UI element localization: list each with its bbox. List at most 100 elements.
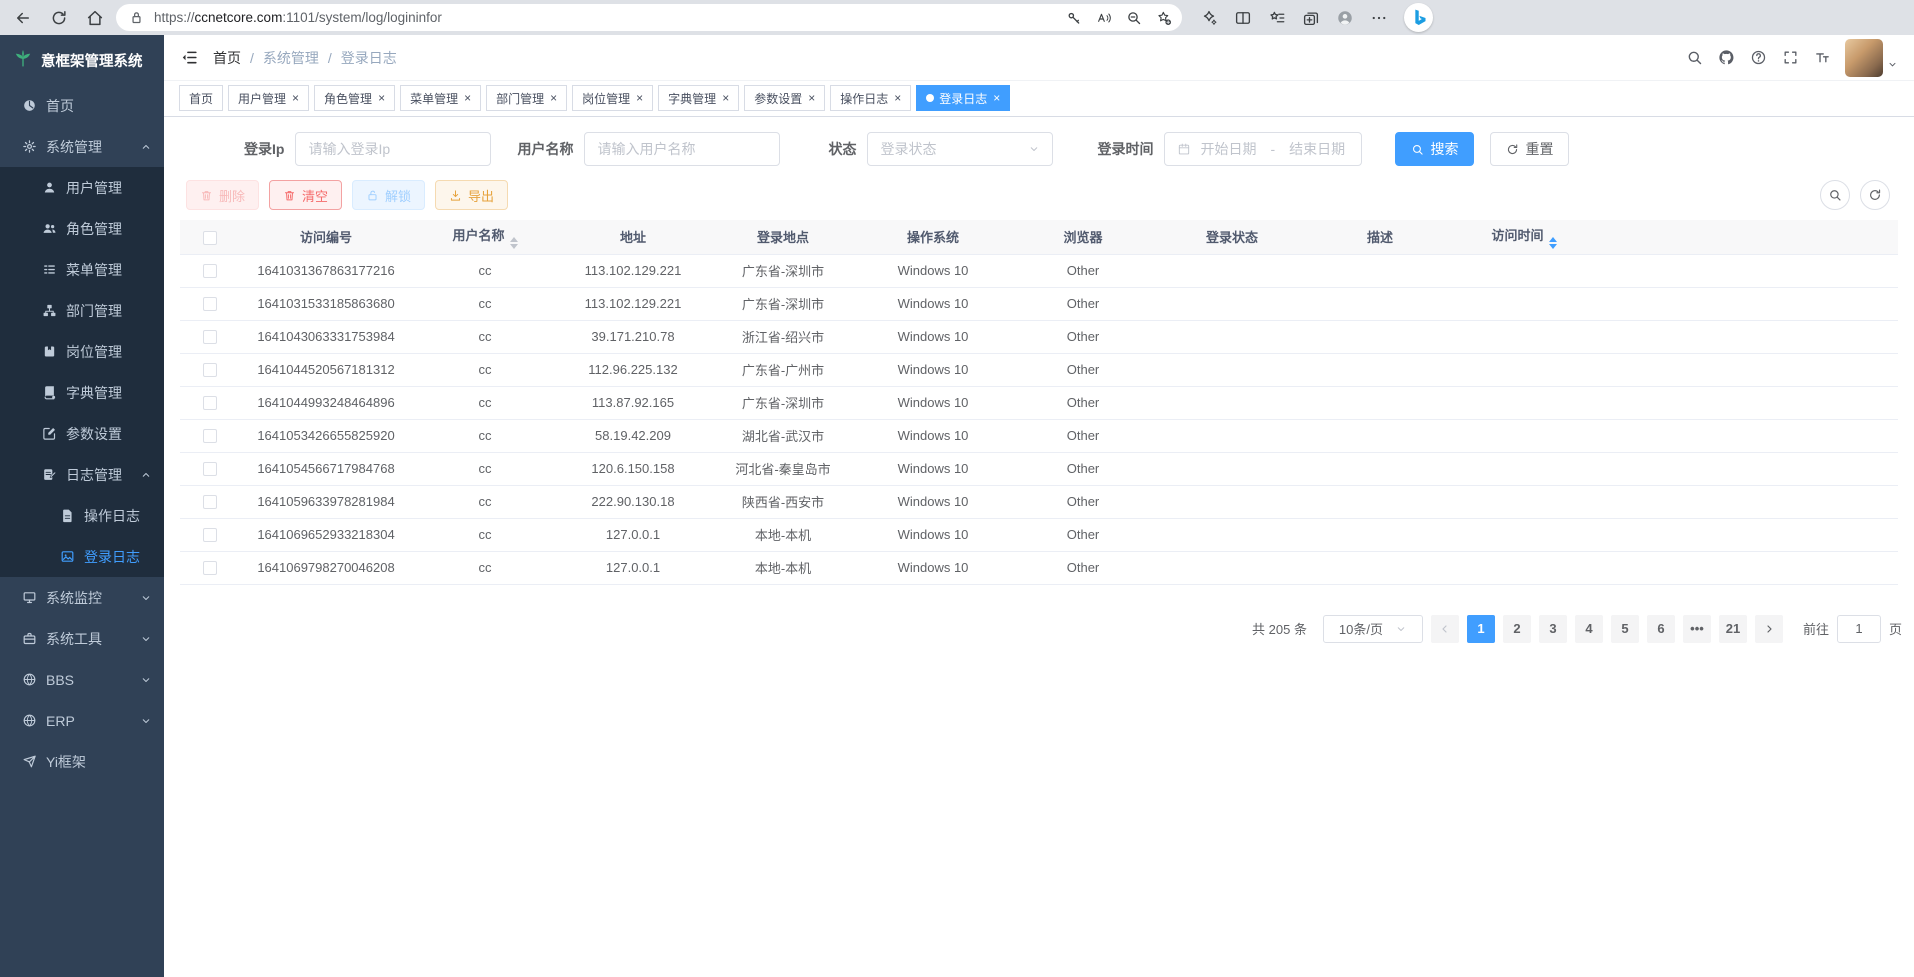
date-range-picker[interactable]: 开始日期 - 结束日期 bbox=[1164, 132, 1362, 166]
close-icon[interactable]: × bbox=[894, 92, 901, 104]
login-ip-input[interactable]: 请输入登录Ip bbox=[295, 132, 491, 166]
sidebar-item-home[interactable]: 首页 bbox=[0, 85, 164, 126]
read-aloud-icon[interactable] bbox=[1090, 6, 1118, 30]
row-checkbox[interactable] bbox=[203, 396, 217, 410]
page-button-21[interactable]: 21 bbox=[1719, 615, 1747, 643]
lock-icon[interactable] bbox=[126, 4, 146, 32]
unlock-button[interactable]: 解锁 bbox=[352, 180, 425, 210]
table-row[interactable]: 1641031533185863680cc113.102.129.221广东省-… bbox=[180, 287, 1898, 320]
sort-icon[interactable] bbox=[510, 237, 518, 249]
select-all-checkbox[interactable] bbox=[203, 231, 217, 245]
favorites-icon[interactable] bbox=[1262, 4, 1292, 32]
table-refresh-button[interactable] bbox=[1860, 180, 1890, 210]
row-checkbox[interactable] bbox=[203, 330, 217, 344]
row-checkbox[interactable] bbox=[203, 363, 217, 377]
close-icon[interactable]: × bbox=[378, 92, 385, 104]
column-header[interactable]: 访问时间 bbox=[1454, 220, 1594, 254]
search-icon[interactable] bbox=[1686, 49, 1703, 66]
next-page-button[interactable] bbox=[1755, 615, 1783, 643]
settings-icon[interactable] bbox=[1364, 4, 1394, 32]
tab-user-mgmt[interactable]: 用户管理× bbox=[228, 85, 309, 111]
page-ellipsis[interactable]: ••• bbox=[1683, 615, 1711, 643]
key-icon[interactable] bbox=[1060, 6, 1088, 30]
sidebar-item-param-settings[interactable]: 参数设置 bbox=[0, 413, 164, 454]
url-bar[interactable]: https://ccnetcore.com:1101/system/log/lo… bbox=[116, 4, 1182, 31]
prev-page-button[interactable] bbox=[1431, 615, 1459, 643]
sidebar-item-erp[interactable]: ERP bbox=[0, 700, 164, 741]
table-search-button[interactable] bbox=[1820, 180, 1850, 210]
close-icon[interactable]: × bbox=[292, 92, 299, 104]
row-checkbox[interactable] bbox=[203, 561, 217, 575]
tab-operation-log[interactable]: 操作日志× bbox=[830, 85, 911, 111]
goto-page-input[interactable] bbox=[1837, 615, 1881, 643]
sidebar-item-dept-mgmt[interactable]: 部门管理 bbox=[0, 290, 164, 331]
row-checkbox[interactable] bbox=[203, 528, 217, 542]
sidebar-item-bbs[interactable]: BBS bbox=[0, 659, 164, 700]
table-row[interactable]: 1641069798270046208cc127.0.0.1本地-本机Windo… bbox=[180, 551, 1898, 584]
sidebar-item-user-mgmt[interactable]: 用户管理 bbox=[0, 167, 164, 208]
table-row[interactable]: 1641043063331753984cc39.171.210.78浙江省-绍兴… bbox=[180, 320, 1898, 353]
sort-icon[interactable] bbox=[1549, 237, 1557, 249]
split-screen-icon[interactable] bbox=[1228, 4, 1258, 32]
bing-chat-icon[interactable] bbox=[1404, 3, 1433, 32]
page-button-4[interactable]: 4 bbox=[1575, 615, 1603, 643]
close-icon[interactable]: × bbox=[550, 92, 557, 104]
close-icon[interactable]: × bbox=[993, 92, 1000, 104]
sidebar-item-dict-mgmt[interactable]: 字典管理 bbox=[0, 372, 164, 413]
sidebar-item-system-tools[interactable]: 系统工具 bbox=[0, 618, 164, 659]
help-icon[interactable] bbox=[1750, 49, 1767, 66]
delete-button[interactable]: 删除 bbox=[186, 180, 259, 210]
home-icon[interactable] bbox=[80, 4, 110, 32]
row-checkbox[interactable] bbox=[203, 297, 217, 311]
table-row[interactable]: 1641069652933218304cc127.0.0.1本地-本机Windo… bbox=[180, 518, 1898, 551]
sidebar-item-system-mgmt[interactable]: 系统管理 bbox=[0, 126, 164, 167]
tab-login-log[interactable]: 登录日志× bbox=[916, 85, 1010, 111]
breadcrumb-item[interactable]: 首页 bbox=[213, 48, 241, 68]
tab-dept-mgmt[interactable]: 部门管理× bbox=[486, 85, 567, 111]
browser-essentials-icon[interactable] bbox=[1194, 4, 1224, 32]
table-row[interactable]: 1641053426655825920cc58.19.42.209湖北省-武汉市… bbox=[180, 419, 1898, 452]
chevron-down-icon[interactable] bbox=[1887, 59, 1898, 70]
row-checkbox[interactable] bbox=[203, 264, 217, 278]
tab-post-mgmt[interactable]: 岗位管理× bbox=[572, 85, 653, 111]
sidebar-item-post-mgmt[interactable]: 岗位管理 bbox=[0, 331, 164, 372]
sidebar-item-system-monitor[interactable]: 系统监控 bbox=[0, 577, 164, 618]
table-row[interactable]: 1641044520567181312cc112.96.225.132广东省-广… bbox=[180, 353, 1898, 386]
close-icon[interactable]: × bbox=[722, 92, 729, 104]
table-row[interactable]: 1641054566717984768cc120.6.150.158河北省-秦皇… bbox=[180, 452, 1898, 485]
sidebar-fold-icon[interactable] bbox=[180, 48, 199, 67]
fullscreen-icon[interactable] bbox=[1782, 49, 1799, 66]
row-checkbox[interactable] bbox=[203, 429, 217, 443]
page-button-5[interactable]: 5 bbox=[1611, 615, 1639, 643]
search-button[interactable]: 搜索 bbox=[1395, 132, 1474, 166]
add-favorite-icon[interactable] bbox=[1150, 6, 1178, 30]
refresh-icon[interactable] bbox=[44, 4, 74, 32]
github-icon[interactable] bbox=[1718, 49, 1735, 66]
page-button-1[interactable]: 1 bbox=[1467, 615, 1495, 643]
table-row[interactable]: 1641044993248464896cc113.87.92.165广东省-深圳… bbox=[180, 386, 1898, 419]
reset-button[interactable]: 重置 bbox=[1490, 132, 1569, 166]
tab-role-mgmt[interactable]: 角色管理× bbox=[314, 85, 395, 111]
avatar[interactable] bbox=[1845, 39, 1883, 77]
sidebar-item-login-log[interactable]: 登录日志 bbox=[0, 536, 164, 577]
tab-param-settings[interactable]: 参数设置× bbox=[744, 85, 825, 111]
export-button[interactable]: 导出 bbox=[435, 180, 508, 210]
page-button-6[interactable]: 6 bbox=[1647, 615, 1675, 643]
column-header[interactable]: 用户名称 bbox=[412, 220, 558, 254]
profile-icon[interactable] bbox=[1330, 4, 1360, 32]
sidebar-item-operation-log[interactable]: 操作日志 bbox=[0, 495, 164, 536]
row-checkbox[interactable] bbox=[203, 462, 217, 476]
sidebar-item-log-mgmt[interactable]: 日志管理 bbox=[0, 454, 164, 495]
page-size-select[interactable]: 10条/页 bbox=[1323, 615, 1423, 643]
clear-button[interactable]: 清空 bbox=[269, 180, 342, 210]
page-button-2[interactable]: 2 bbox=[1503, 615, 1531, 643]
row-checkbox[interactable] bbox=[203, 495, 217, 509]
zoom-out-icon[interactable] bbox=[1120, 6, 1148, 30]
close-icon[interactable]: × bbox=[464, 92, 471, 104]
user-name-input[interactable]: 请输入用户名称 bbox=[584, 132, 780, 166]
tab-dict-mgmt[interactable]: 字典管理× bbox=[658, 85, 739, 111]
table-row[interactable]: 1641059633978281984cc222.90.130.18陕西省-西安… bbox=[180, 485, 1898, 518]
tab-menu-mgmt[interactable]: 菜单管理× bbox=[400, 85, 481, 111]
tab-home[interactable]: 首页 bbox=[179, 85, 223, 111]
page-button-3[interactable]: 3 bbox=[1539, 615, 1567, 643]
